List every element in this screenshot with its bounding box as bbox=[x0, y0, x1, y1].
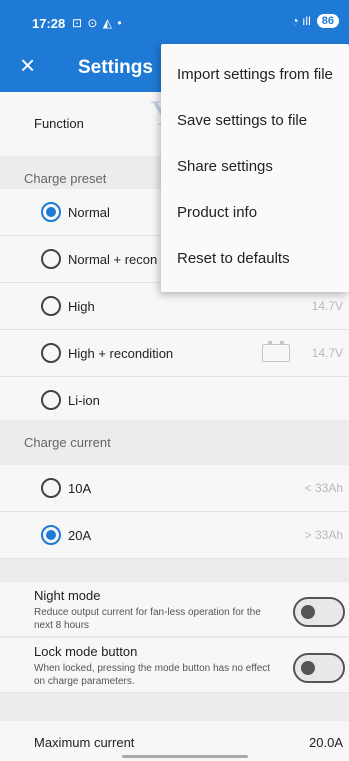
home-indicator[interactable] bbox=[122, 755, 248, 758]
option-voltage: 14.7V bbox=[311, 346, 343, 360]
radio-unselected-icon[interactable] bbox=[41, 478, 61, 498]
signal-icon: ◔ ıll bbox=[291, 14, 311, 28]
menu-item-product-info[interactable]: Product info bbox=[161, 190, 349, 236]
close-button[interactable]: × bbox=[20, 52, 44, 78]
radio-unselected-icon[interactable] bbox=[41, 249, 61, 269]
menu-item-reset-defaults[interactable]: Reset to defaults bbox=[161, 236, 349, 282]
option-label: 10A bbox=[68, 481, 92, 496]
lock-mode-description: When locked, pressing the mode button ha… bbox=[34, 663, 271, 687]
menu-item-save-settings[interactable]: Save settings to file bbox=[161, 98, 349, 144]
battery-type-icon bbox=[262, 341, 290, 362]
charge-current-header: Charge current bbox=[0, 420, 349, 466]
night-mode-title: Night mode bbox=[34, 588, 101, 603]
current-option-10a[interactable]: 10A < 33Ah bbox=[0, 465, 349, 512]
option-label: Normal bbox=[68, 205, 110, 220]
current-option-20a[interactable]: 20A > 33Ah bbox=[0, 512, 349, 559]
night-mode-toggle[interactable] bbox=[293, 597, 345, 627]
option-capacity: < 33Ah bbox=[304, 481, 343, 495]
radio-unselected-icon[interactable] bbox=[41, 343, 61, 363]
function-label: Function bbox=[34, 116, 84, 131]
option-label: Li-ion bbox=[68, 393, 100, 408]
lock-mode-toggle[interactable] bbox=[293, 653, 345, 683]
overflow-menu: Import settings from file Save settings … bbox=[161, 44, 349, 292]
status-right: ◔ ıll 86 bbox=[291, 14, 339, 28]
option-label: High + recondition bbox=[68, 346, 174, 361]
option-label: High bbox=[68, 299, 95, 314]
radio-unselected-icon[interactable] bbox=[41, 390, 61, 410]
lock-mode-title: Lock mode button bbox=[34, 644, 138, 659]
lock-mode-row[interactable]: Lock mode button When locked, pressing t… bbox=[0, 638, 349, 693]
radio-selected-icon[interactable] bbox=[41, 202, 61, 222]
maximum-current-value: 20.0A bbox=[309, 735, 343, 750]
preset-option-li-ion[interactable]: Li-ion bbox=[0, 377, 349, 424]
battery-icon: 86 bbox=[316, 14, 339, 28]
notification-icons: ⊡ ⊙ ◭ • bbox=[72, 16, 123, 30]
radio-selected-icon[interactable] bbox=[41, 525, 61, 545]
page-title: Settings bbox=[78, 57, 153, 78]
status-time: 17:28 bbox=[32, 16, 66, 31]
preset-option-high-recondition[interactable]: High + recondition 14.7V bbox=[0, 330, 349, 377]
night-mode-description: Reduce output current for fan-less opera… bbox=[34, 607, 261, 631]
option-label: Normal + recon bbox=[68, 252, 158, 267]
menu-item-import-settings[interactable]: Import settings from file bbox=[161, 52, 349, 98]
option-label: 20A bbox=[68, 528, 92, 543]
option-capacity: > 33Ah bbox=[304, 528, 343, 542]
radio-unselected-icon[interactable] bbox=[41, 296, 61, 316]
maximum-current-label: Maximum current bbox=[34, 735, 135, 750]
night-mode-row[interactable]: Night mode Reduce output current for fan… bbox=[0, 582, 349, 637]
status-bar: 17:28 ⊡ ⊙ ◭ • ◔ ıll 86 bbox=[0, 0, 349, 40]
close-icon: × bbox=[20, 50, 36, 80]
menu-item-share-settings[interactable]: Share settings bbox=[161, 144, 349, 190]
